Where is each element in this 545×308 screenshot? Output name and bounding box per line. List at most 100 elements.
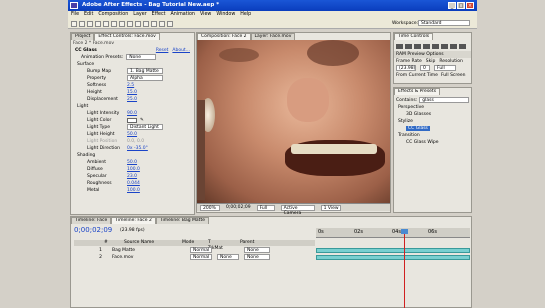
skip-select[interactable]: 0 [420,65,430,71]
composition-viewer-image[interactable] [197,40,390,203]
roughness-value[interactable]: 0.044 [127,180,140,187]
menu-animation[interactable]: Animation [170,11,194,19]
maximize-button[interactable]: □ [457,2,465,9]
light-color-swatch[interactable] [127,118,137,123]
specular-value[interactable]: 23.0 [127,173,137,180]
tab-timeline-face[interactable]: Timeline: Face [71,217,112,224]
selection-tool-icon[interactable] [71,21,77,27]
height-value[interactable]: 15.0 [127,89,137,96]
rotate-tool-icon[interactable] [95,21,101,27]
quality-select[interactable]: Full [256,205,275,211]
last-frame-icon[interactable] [432,44,439,49]
diffuse-value[interactable]: 100.0 [127,166,140,173]
camera-tool-icon[interactable] [103,21,109,27]
layer-trkmat-select[interactable]: None [217,254,239,260]
light-intensity-value[interactable]: 90.0 [127,110,137,117]
effects-presets-tab[interactable]: Effects & Presets [394,88,441,95]
effects-item-stylize[interactable]: Stylize [394,118,471,125]
close-button[interactable]: × [466,2,474,9]
effects-item-cc-glass-wipe[interactable]: CC Glass Wipe [394,139,471,146]
time-ruler[interactable]: 0s 02s 04s 06s [316,228,470,238]
resolution-select[interactable]: Full [434,65,456,71]
ram-preview-icon[interactable] [459,44,466,49]
group-shading[interactable]: Shading [71,152,194,159]
layer-name[interactable]: Bag Matte [106,247,190,254]
hand-tool-icon[interactable] [79,21,85,27]
light-direction-value[interactable]: 0x -35.0° [127,145,148,152]
workspace-select[interactable]: Standard [418,20,470,26]
tab-timeline-bag-matte[interactable]: Timeline: Bag Matte [155,217,209,224]
minimize-button[interactable]: _ [448,2,456,9]
prev-frame-icon[interactable] [405,44,412,49]
eraser-tool-icon[interactable] [159,21,165,27]
audio-icon[interactable] [441,44,448,49]
camera-select[interactable]: Active Camera [280,205,315,216]
effects-item-cc-glass[interactable]: CC Glass [406,126,430,131]
puppet-tool-icon[interactable] [167,21,173,27]
current-time-indicator[interactable] [404,229,405,308]
layer-parent-select[interactable]: None [244,247,270,253]
play-icon[interactable] [414,44,421,49]
clone-tool-icon[interactable] [151,21,157,27]
effects-item-transition[interactable]: Transition [394,132,471,139]
layer-mode-select[interactable]: Normal [190,247,212,253]
effects-item-perspective[interactable]: Perspective [394,104,471,111]
light-height-value[interactable]: 50.0 [127,131,137,138]
menu-file[interactable]: File [71,11,79,19]
effects-item-3d-glasses[interactable]: 3D Glasses [394,111,471,118]
comp-timecode[interactable]: 0;00;02;09 [226,204,251,211]
time-controls-tab[interactable]: Time Controls [394,33,434,40]
layer-parent-select[interactable]: None [244,254,270,260]
pan-behind-tool-icon[interactable] [111,21,117,27]
full-screen-checkbox[interactable]: Full Screen [441,72,466,79]
frame-rate-select[interactable]: (23.98) [396,65,416,71]
layer-bar-face[interactable] [316,255,470,260]
ambient-value[interactable]: 50.0 [127,159,137,166]
reset-link[interactable]: Reset [156,47,169,54]
loop-icon[interactable] [450,44,457,49]
tab-composition[interactable]: Composition: Face 2 [197,33,251,40]
eyedropper-icon[interactable]: ✎ [140,117,144,124]
timeline-timecode[interactable]: 0;00;02;09 [74,226,112,234]
mask-tool-icon[interactable] [119,21,125,27]
layer-row-2[interactable]: 2 Face.mov Normal None None [74,254,315,261]
ram-preview-options[interactable]: RAM Preview Options [394,51,471,58]
animation-presets-select[interactable]: None [126,54,157,60]
layer-name[interactable]: Face.mov [106,254,190,261]
bump-map-select[interactable]: 1. Bag Matte [127,68,163,74]
menu-window[interactable]: Window [216,11,235,19]
menu-edit[interactable]: Edit [84,11,93,19]
effect-name[interactable]: CC Glass [75,47,97,54]
light-type-select[interactable]: Distant Light [127,124,163,130]
softness-value[interactable]: 2.5 [127,82,134,89]
pen-tool-icon[interactable] [127,21,133,27]
from-current-time-checkbox[interactable]: From Current Time [396,72,438,79]
group-surface[interactable]: Surface [71,61,194,68]
zoom-tool-icon[interactable] [87,21,93,27]
tab-timeline-face-2[interactable]: Timeline: Face 2 [111,217,156,224]
views-select[interactable]: 1 View [320,205,341,211]
about-link[interactable]: About... [172,47,190,54]
menu-effect[interactable]: Effect [152,11,166,19]
menu-view[interactable]: View [200,11,211,19]
current-time-handle[interactable] [401,229,408,234]
metal-value[interactable]: 100.0 [127,187,140,194]
zoom-select[interactable]: 200% [200,205,220,211]
displacement-value[interactable]: 25.0 [127,96,137,103]
tab-project[interactable]: Project [71,33,95,40]
text-tool-icon[interactable] [135,21,141,27]
tab-effect-controls[interactable]: Effect Controls: Face.mov [94,33,160,40]
brush-tool-icon[interactable] [143,21,149,27]
property-select[interactable]: Alpha [127,75,163,81]
next-frame-icon[interactable] [423,44,430,49]
layer-row-1[interactable]: 1 Bag Matte Normal None [74,247,315,254]
col-source-name[interactable]: Source Name [112,240,162,246]
layer-mode-select[interactable]: Normal [190,254,212,260]
layer-bar-bag-matte[interactable] [316,248,470,253]
first-frame-icon[interactable] [396,44,403,49]
effects-search-input[interactable]: glass [419,97,470,103]
menu-help[interactable]: Help [240,11,251,19]
menu-composition[interactable]: Composition [98,11,128,19]
menu-layer[interactable]: Layer [133,11,146,19]
group-light[interactable]: Light [71,103,194,110]
